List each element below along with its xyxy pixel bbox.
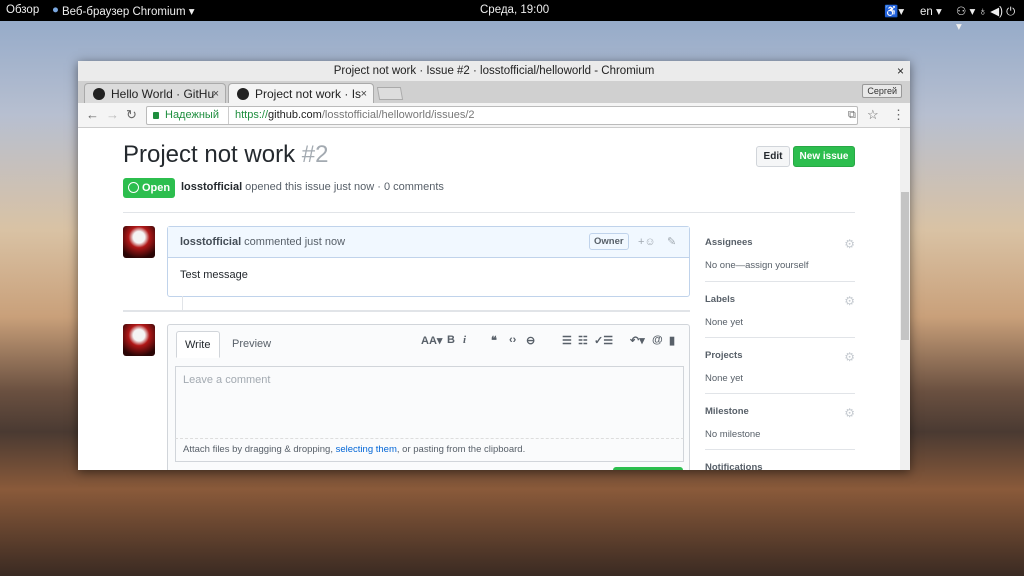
tab-strip: Hello World · GitHu × Project not work ·… xyxy=(78,81,910,103)
divider xyxy=(705,337,855,338)
tab-label: Project not work · Is xyxy=(255,87,362,101)
text-size-icon[interactable]: AA▾ xyxy=(421,334,442,347)
task-list-icon[interactable]: ✓☰ xyxy=(594,334,613,347)
gear-icon[interactable]: ⚙ xyxy=(844,350,855,364)
tab-hello-world[interactable]: Hello World · GitHu × xyxy=(84,83,226,103)
status-badge: Open xyxy=(123,178,175,198)
system-top-bar: Обзор ● Веб-браузер Chromium ▾ Среда, 19… xyxy=(0,0,1024,33)
bold-icon[interactable]: B xyxy=(447,334,455,346)
new-issue-button[interactable]: New issue xyxy=(793,146,855,167)
numbered-list-icon[interactable]: ☷ xyxy=(578,334,588,347)
browser-window: Project not work · Issue #2 · losstoffic… xyxy=(78,61,910,470)
window-title: Project not work · Issue #2 · losstoffic… xyxy=(333,65,655,77)
clock[interactable]: Среда, 19:00 xyxy=(480,4,549,16)
reply-icon[interactable]: ↶▾ xyxy=(630,334,645,347)
translate-icon[interactable]: ⧉ xyxy=(848,109,856,122)
bookmark-star-icon[interactable]: ☆ xyxy=(867,107,879,123)
author-link[interactable]: losstofficial xyxy=(181,181,242,193)
app-menu[interactable]: Веб-браузер Chromium ▾ xyxy=(62,4,195,18)
tab-label: Hello World · GitHu xyxy=(111,87,215,101)
bulleted-list-icon[interactable]: ☰ xyxy=(562,334,572,347)
comment-author[interactable]: losstofficial xyxy=(180,236,241,248)
quote-icon[interactable]: ❝ xyxy=(491,334,497,347)
avatar xyxy=(123,324,155,356)
select-files-link[interactable]: selecting them xyxy=(336,444,397,455)
divider xyxy=(705,449,855,450)
mention-icon[interactable]: @ xyxy=(652,334,663,346)
divider xyxy=(705,393,855,394)
issue-meta: losstofficial opened this issue just now… xyxy=(181,181,444,193)
attach-files-bar: Attach files by dragging & dropping, sel… xyxy=(175,438,684,462)
add-reaction-icon[interactable]: +☺ xyxy=(638,227,656,257)
comment: losstofficial commented just now Owner +… xyxy=(167,226,690,297)
app-dot-icon: ● xyxy=(52,4,59,16)
github-icon xyxy=(93,88,105,100)
comment-body: Test message xyxy=(180,269,248,281)
toolbar: ← → ↻ Надежный https://github.com/lossto… xyxy=(78,103,910,128)
sidebar-notifications[interactable]: Notifications xyxy=(705,462,855,470)
address-bar[interactable]: Надежный https://github.com/losstofficia… xyxy=(146,106,858,125)
divider xyxy=(123,212,855,213)
comment-editor: Write Preview AA▾ B i ❝ ‹› ⊖ ☰ ☷ ✓☰ ↶▾ @… xyxy=(167,324,690,470)
menu-icon[interactable]: ⋮ xyxy=(892,107,905,123)
divider xyxy=(123,310,690,312)
gear-icon[interactable]: ⚙ xyxy=(844,237,855,251)
owner-badge: Owner xyxy=(589,233,629,250)
scrollbar-thumb[interactable] xyxy=(901,192,909,340)
avatar[interactable] xyxy=(123,226,155,258)
tab-project-not-work[interactable]: Project not work · Is × xyxy=(228,83,374,103)
profile-button[interactable]: Сергей xyxy=(862,84,902,98)
bookmark-icon[interactable]: ▮ xyxy=(669,334,675,347)
tab-write[interactable]: Write xyxy=(176,331,220,358)
gear-icon[interactable]: ⚙ xyxy=(844,294,855,308)
sidebar-milestone[interactable]: Milestone No milestone ⚙ xyxy=(705,406,855,440)
gear-icon[interactable]: ⚙ xyxy=(844,406,855,420)
page-content: Project not work #2 Edit New issue Open … xyxy=(78,128,900,470)
sidebar-assignees[interactable]: Assignees No one—assign yourself ⚙ xyxy=(705,237,855,271)
edit-button[interactable]: Edit xyxy=(756,146,790,167)
accessibility-icon[interactable]: ♿▾ xyxy=(884,4,904,18)
timeline-line xyxy=(182,296,183,310)
link-icon[interactable]: ⊖ xyxy=(526,334,535,347)
window-titlebar: Project not work · Issue #2 · losstoffic… xyxy=(78,61,910,81)
issue-title: Project not work #2 xyxy=(123,141,329,168)
tab-close-icon[interactable]: × xyxy=(213,84,219,103)
italic-icon[interactable]: i xyxy=(463,334,466,346)
tab-preview[interactable]: Preview xyxy=(224,331,279,358)
edit-pencil-icon[interactable]: ✎ xyxy=(667,227,676,257)
divider xyxy=(705,281,855,282)
secure-label: Надежный xyxy=(165,109,219,121)
code-icon[interactable]: ‹› xyxy=(509,334,516,346)
url-text: https://github.com/losstofficial/hellowo… xyxy=(228,107,475,124)
window-close-button[interactable]: × xyxy=(897,61,904,81)
sidebar-labels[interactable]: Labels None yet ⚙ xyxy=(705,294,855,328)
github-icon xyxy=(237,88,249,100)
overview-button[interactable]: Обзор xyxy=(6,4,39,16)
issue-opened-icon xyxy=(128,182,139,193)
comment-submit-button[interactable] xyxy=(613,467,683,470)
system-tray-icons[interactable]: ⚇ ▾ ♁ ◀) ⏻ ▾ xyxy=(956,4,1024,33)
scrollbar[interactable] xyxy=(900,128,910,470)
reload-icon[interactable]: ↻ xyxy=(126,107,137,123)
new-tab-button[interactable] xyxy=(376,87,404,100)
lock-icon xyxy=(153,112,159,119)
comment-header: losstofficial commented just now Owner +… xyxy=(168,227,689,258)
sidebar-projects[interactable]: Projects None yet ⚙ xyxy=(705,350,855,384)
language-menu[interactable]: en ▾ xyxy=(920,4,942,18)
tab-close-icon[interactable]: × xyxy=(361,84,367,103)
forward-icon[interactable]: → xyxy=(106,107,119,122)
back-icon[interactable]: ← xyxy=(86,107,99,122)
comment-textarea[interactable]: Leave a comment xyxy=(175,366,684,439)
